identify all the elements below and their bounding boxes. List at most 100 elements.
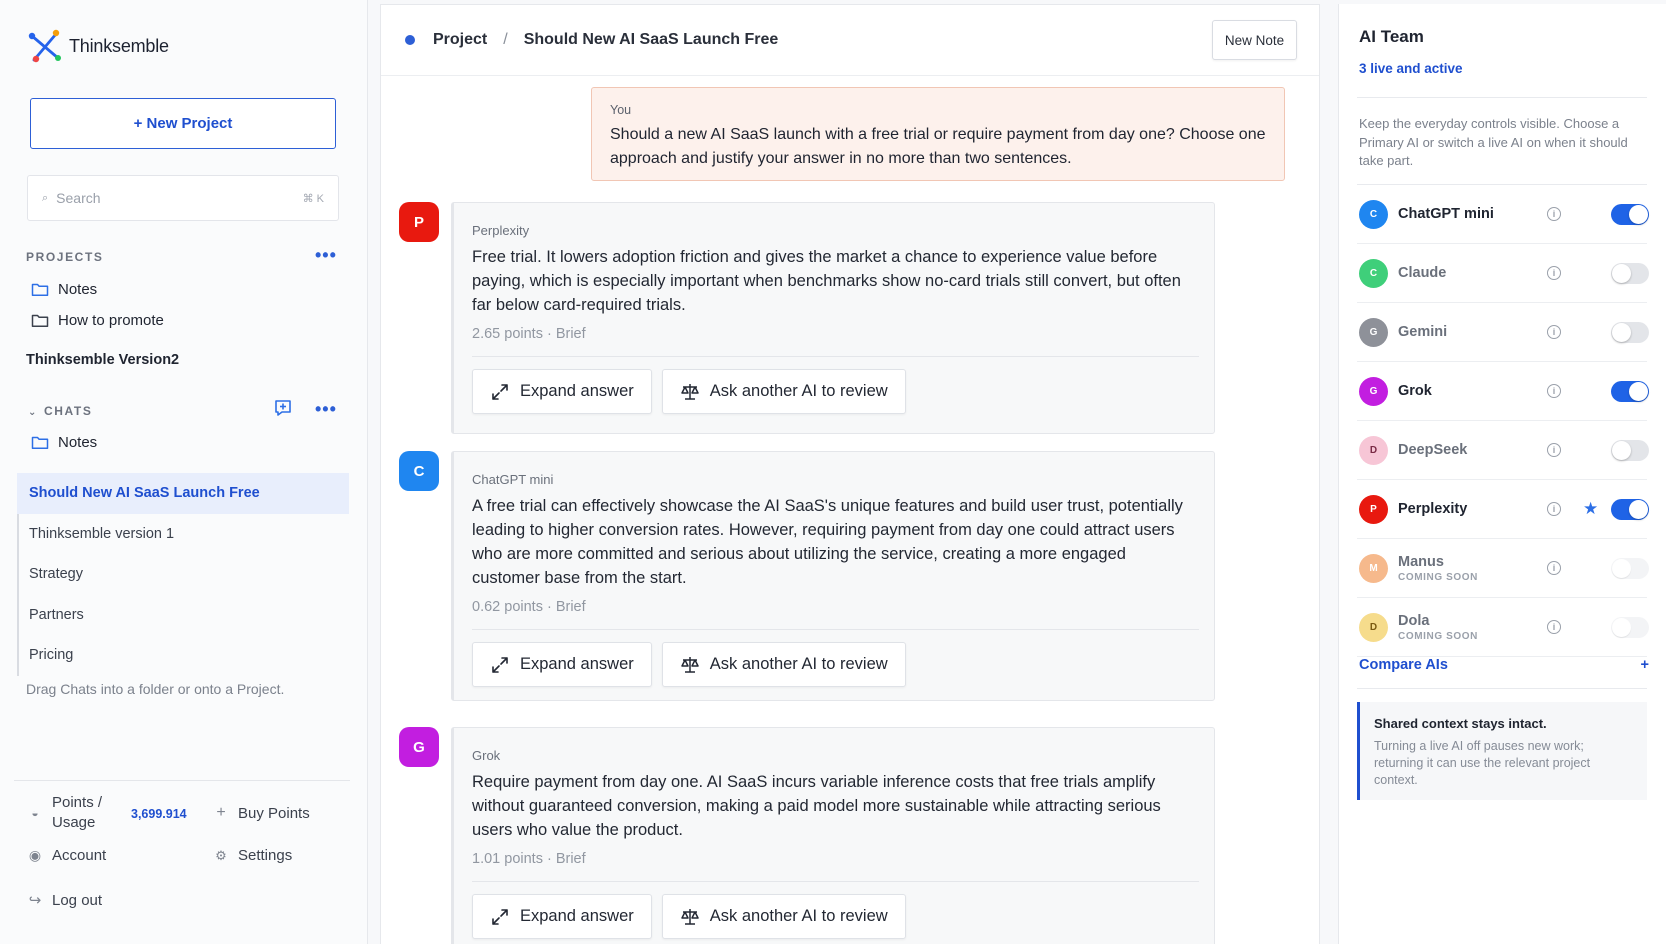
ai-toggle[interactable] <box>1611 498 1649 520</box>
info-icon[interactable]: i <box>1547 620 1561 634</box>
info-icon[interactable]: i <box>1547 502 1561 516</box>
scale-icon <box>681 383 699 400</box>
folder-icon <box>31 283 49 297</box>
points-usage-label: Points / Usage <box>52 794 103 831</box>
info-icon[interactable]: i <box>1547 384 1561 398</box>
ai-name: Manus COMING SOON <box>1398 554 1478 583</box>
ai-toggle[interactable] <box>1611 321 1649 343</box>
account-label: Account <box>52 847 107 864</box>
expand-answer-label: Expand answer <box>520 382 634 400</box>
folder-icon <box>31 314 49 328</box>
ai-row-grok: G Grok i <box>1357 362 1649 421</box>
info-icon[interactable]: i <box>1547 443 1561 457</box>
expand-icon <box>492 656 508 673</box>
scale-icon <box>681 908 699 925</box>
chat-item-active[interactable]: Should New AI SaaS Launch Free <box>17 473 349 514</box>
logout-link[interactable]: ↪ Log out <box>26 891 103 910</box>
points-icon: ◒ <box>31 806 39 820</box>
divider <box>472 881 1199 882</box>
chat-item[interactable]: Partners <box>17 594 349 635</box>
ask-review-button[interactable]: Ask another AI to review <box>661 894 906 939</box>
ai-toggle[interactable] <box>1611 439 1649 461</box>
answer-author: Grok <box>472 748 501 763</box>
project-folder-notes[interactable]: Notes <box>31 281 97 298</box>
status-dot <box>405 35 415 45</box>
info-icon[interactable]: i <box>1547 266 1561 280</box>
project-folder-how-to-promote[interactable]: How to promote <box>31 312 164 329</box>
answer-text: Require payment from day one. AI SaaS in… <box>472 773 1161 839</box>
breadcrumb-current: Should New AI SaaS Launch Free <box>523 31 779 48</box>
search-icon: ⌕ <box>42 191 49 204</box>
info-icon[interactable]: i <box>1547 325 1561 339</box>
points-value: 3,699.914 <box>131 807 187 821</box>
ai-avatar: D <box>1359 435 1388 465</box>
buy-points-link[interactable]: + Buy Points <box>212 804 309 822</box>
plus-icon: + <box>1640 657 1649 673</box>
ai-avatar: M <box>1359 553 1388 583</box>
logo[interactable]: Thinksemble <box>26 26 169 66</box>
account-link[interactable]: ◉ Account <box>26 847 106 864</box>
chat-item[interactable]: Pricing <box>17 635 349 676</box>
projects-more-icon[interactable]: ••• <box>315 246 337 264</box>
chats-label[interactable]: ⌄ CHATS <box>28 404 92 418</box>
avatar-chatgpt-mini: C <box>399 451 439 491</box>
info-icon[interactable]: i <box>1547 561 1561 575</box>
info-icon[interactable]: i <box>1547 207 1561 221</box>
settings-link[interactable]: ⚙ Settings <box>212 847 292 864</box>
new-project-button[interactable]: + New Project <box>30 98 336 149</box>
ask-review-label: Ask another AI to review <box>709 907 888 925</box>
expand-answer-button[interactable]: Expand answer <box>472 369 652 414</box>
sidebar: Thinksemble + New Project ⌕ Search ⌘ K P… <box>0 0 368 944</box>
ai-name: Claude <box>1398 265 1447 281</box>
ai-team-status: 3 live and active <box>1359 61 1463 76</box>
coming-soon-badge: COMING SOON <box>1398 630 1478 642</box>
logout-label: Log out <box>52 891 103 909</box>
ai-toggle[interactable] <box>1611 262 1649 284</box>
toggle-knob <box>1612 617 1631 637</box>
toggle-knob <box>1629 499 1648 519</box>
points-usage-link[interactable]: ◒ Points / Usage <box>26 793 121 833</box>
expand-answer-button[interactable]: Expand answer <box>472 642 652 687</box>
answer-card-perplexity: Perplexity Free trial. It lowers adoptio… <box>451 202 1215 434</box>
divider <box>1357 97 1647 98</box>
new-note-button[interactable]: New Note <box>1212 20 1297 60</box>
toggle-knob <box>1612 440 1631 460</box>
search-input[interactable]: ⌕ Search ⌘ K <box>27 175 339 221</box>
ai-avatar: G <box>1359 376 1388 406</box>
ai-name: Grok <box>1398 383 1432 399</box>
expand-answer-button[interactable]: Expand answer <box>472 894 652 939</box>
ai-name: DeepSeek <box>1398 442 1468 458</box>
chat-item[interactable]: Strategy <box>17 554 349 595</box>
projects-label: PROJECTS <box>26 250 104 264</box>
expand-icon <box>492 908 508 925</box>
divider <box>472 629 1199 630</box>
ask-review-button[interactable]: Ask another AI to review <box>661 642 906 687</box>
answer-text: A free trial can effectively showcase th… <box>472 497 1183 587</box>
expand-icon <box>492 383 508 400</box>
compare-ais-link[interactable]: Compare AIs + <box>1359 657 1649 673</box>
project-thinksemble-version2[interactable]: Thinksemble Version2 <box>26 352 179 368</box>
new-chat-icon[interactable] <box>273 398 293 418</box>
ai-avatar: D <box>1359 612 1388 642</box>
expand-answer-label: Expand answer <box>520 655 634 673</box>
chat-folder-notes[interactable]: Notes <box>31 434 97 451</box>
scale-icon <box>681 656 699 673</box>
toggle-knob <box>1612 558 1631 578</box>
user-prompt: You Should a new AI SaaS launch with a f… <box>591 87 1285 181</box>
shared-context-note: Shared context stays intact. Turning a l… <box>1357 702 1647 800</box>
avatar-grok: G <box>399 727 439 767</box>
ai-toggle[interactable] <box>1611 380 1649 402</box>
prompt-text: Should a new AI SaaS launch with a free … <box>610 126 1266 167</box>
ai-team-panel: AI Team 3 live and active Keep the every… <box>1338 4 1666 944</box>
prompt-author: You <box>610 103 632 117</box>
logo-icon <box>28 29 61 63</box>
chats-label-text: CHATS <box>43 404 93 418</box>
ai-toggle[interactable] <box>1611 203 1649 225</box>
answer-card-grok: Grok Require payment from day one. AI Sa… <box>451 727 1215 944</box>
ai-name: ChatGPT mini <box>1398 206 1494 222</box>
chat-item[interactable]: Thinksemble version 1 <box>17 513 349 554</box>
breadcrumb-project[interactable]: Project <box>433 31 487 49</box>
chats-more-icon[interactable]: ••• <box>315 400 337 418</box>
primary-star-icon[interactable]: ★ <box>1583 499 1598 519</box>
ask-review-button[interactable]: Ask another AI to review <box>661 369 906 414</box>
